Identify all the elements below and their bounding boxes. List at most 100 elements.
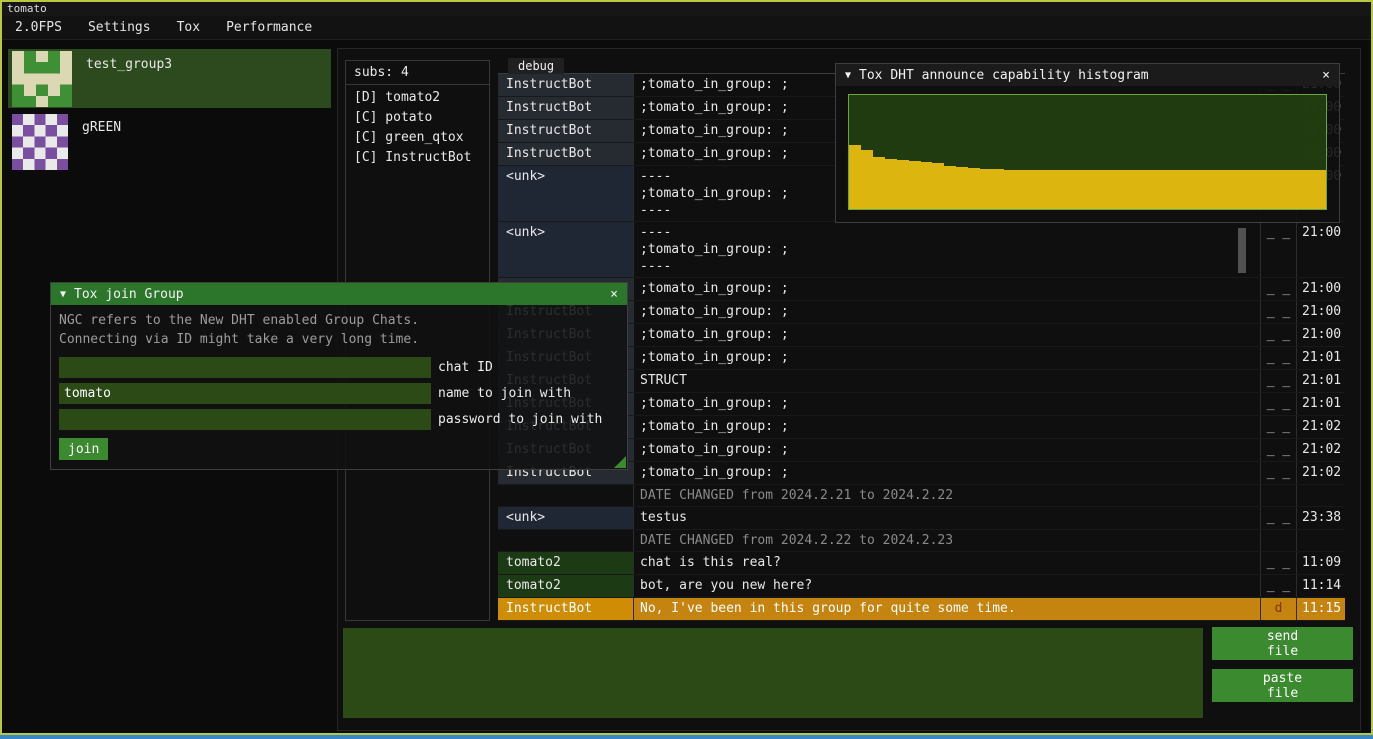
chat-date-row: DATE CHANGED from 2024.2.22 to 2024.2.23 bbox=[498, 530, 1345, 552]
histogram-bin bbox=[1064, 170, 1076, 209]
chat-message-row: InstructBotNo, I've been in this group f… bbox=[498, 598, 1345, 621]
histogram-bin bbox=[1004, 170, 1016, 209]
collapse-icon[interactable]: ▼ bbox=[845, 70, 851, 81]
message-status: _ _ bbox=[1260, 347, 1296, 369]
send-file-label-line1: send bbox=[1267, 629, 1298, 644]
message-status: _ _ bbox=[1260, 222, 1296, 277]
histogram-bin bbox=[1266, 170, 1278, 209]
send-file-button[interactable]: send file bbox=[1212, 627, 1353, 660]
message-status: _ _ bbox=[1260, 393, 1296, 415]
histogram-bin bbox=[885, 159, 897, 209]
close-icon[interactable]: × bbox=[1322, 68, 1330, 83]
dht-histogram-titlebar[interactable]: ▼ Tox DHT announce capability histogram … bbox=[836, 64, 1339, 86]
collapse-icon[interactable]: ▼ bbox=[60, 289, 66, 300]
message-time: 21:01 bbox=[1296, 393, 1345, 415]
message-status: _ _ bbox=[1260, 278, 1296, 300]
chat-message-row: <unk>----;tomato_in_group: ;----_ _21:00 bbox=[498, 222, 1345, 278]
member-potato[interactable]: [C] potato bbox=[346, 108, 489, 128]
message-sender: tomato2 bbox=[498, 575, 634, 597]
message-time: 21:00 bbox=[1296, 278, 1345, 300]
join-group-window: ▼ Tox join Group × NGC refers to the New… bbox=[50, 282, 628, 470]
date-changed-text: DATE CHANGED from 2024.2.21 to 2024.2.22 bbox=[634, 485, 1260, 506]
message-status: _ _ bbox=[1260, 507, 1296, 529]
message-text: ;tomato_in_group: ; bbox=[634, 416, 1260, 438]
message-status: _ _ bbox=[1260, 301, 1296, 323]
message-text: No, I've been in this group for quite so… bbox=[634, 598, 1260, 620]
tab-debug[interactable]: debug bbox=[508, 58, 564, 74]
message-sender: InstructBot bbox=[498, 74, 634, 96]
chat-date-row: DATE CHANGED from 2024.2.21 to 2024.2.22 bbox=[498, 485, 1345, 507]
contact-green[interactable]: gREEN bbox=[8, 112, 331, 171]
message-text: ;tomato_in_group: ; bbox=[634, 301, 1260, 323]
background-window-edge bbox=[0, 735, 1373, 739]
histogram-bin bbox=[1242, 170, 1254, 209]
member-green-qtox[interactable]: [C] green_qtox bbox=[346, 128, 489, 148]
histogram-bin bbox=[1135, 170, 1147, 209]
message-time: 21:00 bbox=[1296, 301, 1345, 323]
message-time: 21:01 bbox=[1296, 347, 1345, 369]
menu-bar: 2.0FPSSettingsToxPerformance bbox=[2, 16, 1371, 40]
join-button[interactable]: join bbox=[59, 438, 108, 460]
chat-message-row: <unk>testus_ _23:38 bbox=[498, 507, 1345, 530]
window-titlebar[interactable]: tomato bbox=[2, 2, 1371, 16]
histogram-bin bbox=[944, 166, 956, 209]
send-file-label-line2: file bbox=[1267, 644, 1298, 659]
message-time: 21:01 bbox=[1296, 370, 1345, 392]
join-fields: chat ID name to join with password to join… bbox=[59, 357, 619, 430]
member-instructbot[interactable]: [C] InstructBot bbox=[346, 148, 489, 168]
histogram-bin bbox=[1171, 170, 1183, 209]
members-list: [D] tomato2[C] potato[C] green_qtox[C] I… bbox=[346, 85, 489, 168]
message-status: _ _ bbox=[1260, 439, 1296, 461]
window-title: tomato bbox=[7, 2, 47, 15]
histogram-bin bbox=[849, 145, 861, 209]
join-name-input[interactable] bbox=[59, 383, 431, 404]
contact-test-group3[interactable]: test_group3 bbox=[8, 49, 331, 108]
message-time: 21:00 bbox=[1296, 222, 1345, 277]
dht-histogram-window: ▼ Tox DHT announce capability histogram … bbox=[835, 63, 1340, 223]
message-sender: InstructBot bbox=[498, 598, 634, 620]
message-text: bot, are you new here? bbox=[634, 575, 1260, 597]
histogram-bin bbox=[968, 168, 980, 209]
chat-id-label: chat ID bbox=[438, 360, 493, 375]
menu-item-performance[interactable]: Performance bbox=[213, 16, 325, 40]
message-sender: InstructBot bbox=[498, 120, 634, 142]
message-text: STRUCT bbox=[634, 370, 1260, 392]
join-password-input[interactable] bbox=[59, 409, 431, 430]
message-status: _ _ bbox=[1260, 552, 1296, 574]
resize-grip[interactable] bbox=[614, 456, 626, 468]
join-password-label: password to join with bbox=[438, 412, 602, 427]
message-text: testus bbox=[634, 507, 1260, 529]
member-tomato2[interactable]: [D] tomato2 bbox=[346, 88, 489, 108]
histogram-bin bbox=[1052, 170, 1064, 209]
chat-message-row: tomato2chat is this real?_ _11:09 bbox=[498, 552, 1345, 575]
close-icon[interactable]: × bbox=[610, 287, 618, 302]
message-status: _ _ bbox=[1260, 416, 1296, 438]
paste-file-label-line2: file bbox=[1267, 686, 1298, 701]
histogram-bin bbox=[1147, 170, 1159, 209]
menu-item-tox[interactable]: Tox bbox=[164, 16, 213, 40]
message-text: ;tomato_in_group: ; bbox=[634, 347, 1260, 369]
message-time: 21:02 bbox=[1296, 439, 1345, 461]
chat-scrollbar-thumb[interactable] bbox=[1238, 228, 1246, 273]
chat-id-input[interactable] bbox=[59, 357, 431, 378]
message-status: d bbox=[1260, 598, 1296, 620]
join-group-titlebar[interactable]: ▼ Tox join Group × bbox=[51, 283, 627, 305]
histogram-bin bbox=[980, 169, 992, 209]
histogram-bin bbox=[1076, 170, 1088, 209]
field-row-join-password: password to join with bbox=[59, 409, 619, 430]
paste-file-label-line1: paste bbox=[1263, 671, 1302, 686]
histogram-bin bbox=[1231, 170, 1243, 209]
message-sender: <unk> bbox=[498, 166, 634, 221]
contact-name: gREEN bbox=[82, 120, 121, 135]
chat-input[interactable] bbox=[343, 628, 1203, 718]
message-time: 23:38 bbox=[1296, 507, 1345, 529]
field-row-join-name: name to join with bbox=[59, 383, 619, 404]
message-status: _ _ bbox=[1260, 575, 1296, 597]
date-changed-text: DATE CHANGED from 2024.2.22 to 2024.2.23 bbox=[634, 530, 1260, 551]
paste-file-button[interactable]: paste file bbox=[1212, 669, 1353, 702]
histogram-plot bbox=[848, 94, 1327, 210]
menu-item-settings[interactable]: Settings bbox=[75, 16, 164, 40]
histogram-bin bbox=[909, 161, 921, 209]
histogram-bin bbox=[1290, 170, 1302, 209]
message-text: ;tomato_in_group: ; bbox=[634, 393, 1260, 415]
